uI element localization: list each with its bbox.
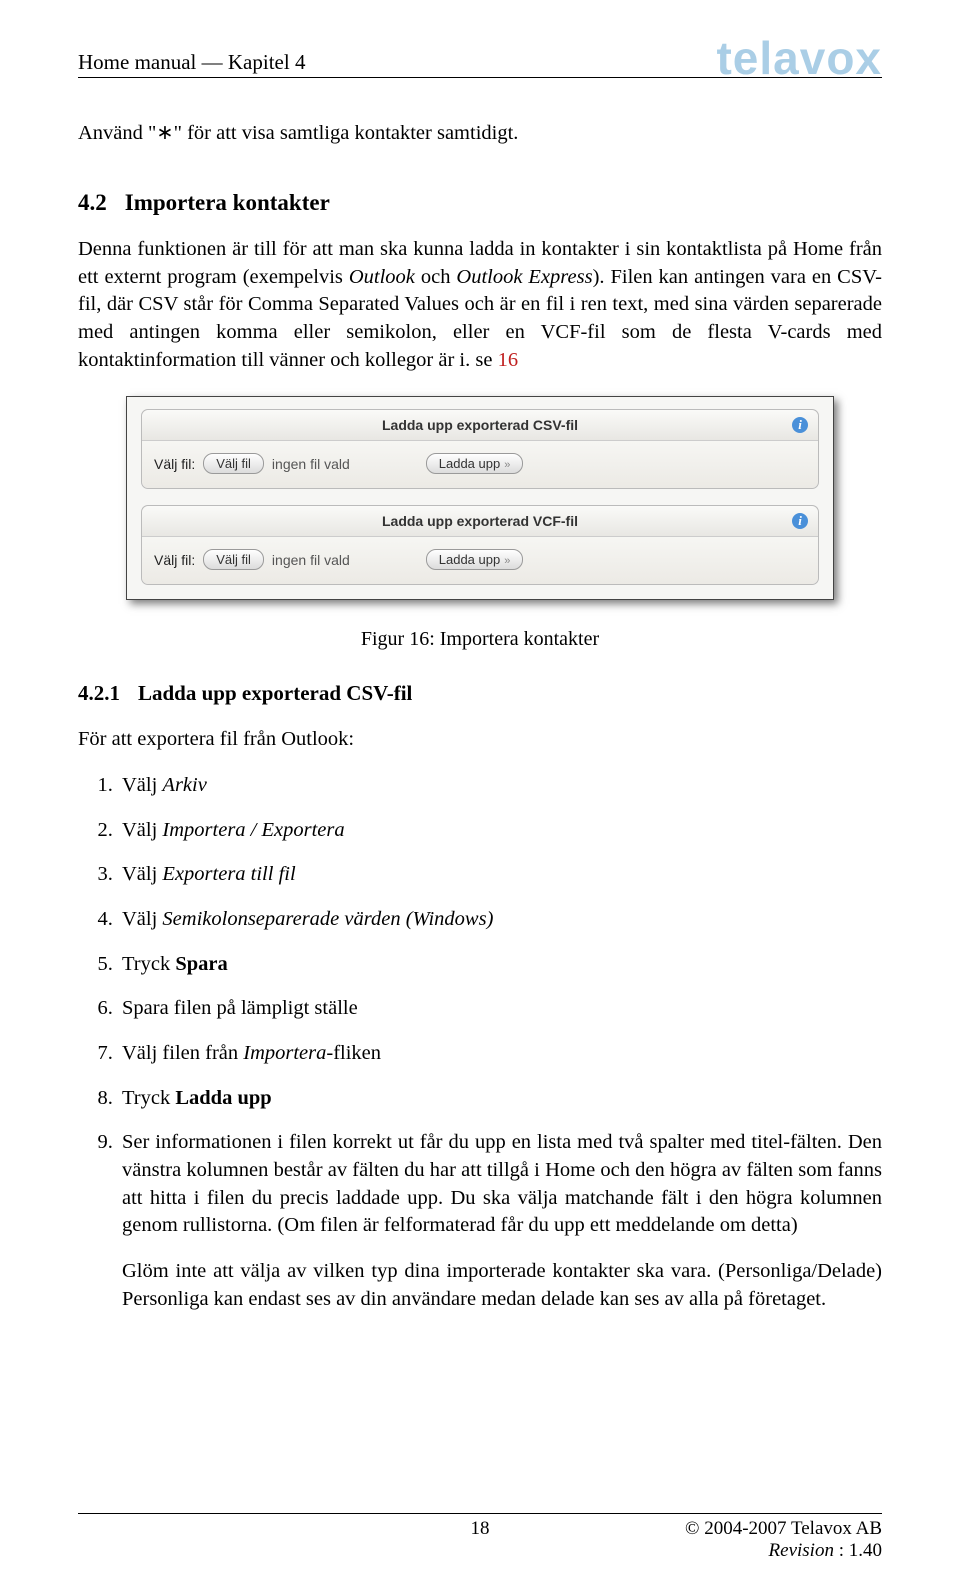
csv-upload-panel: Ladda upp exporterad CSV-fil i Välj fil:…: [141, 409, 819, 489]
revision-text: Revision : 1.40: [685, 1540, 882, 1562]
section-title: Importera kontakter: [125, 190, 330, 216]
list-item: Tryck Spara: [118, 951, 882, 979]
list-item: Välj Arkiv: [118, 772, 882, 800]
import-dialog-screenshot: Ladda upp exporterad CSV-fil i Välj fil:…: [126, 396, 834, 600]
list-item: Välj Semikolonseparerade värden (Windows…: [118, 906, 882, 934]
list-item: Välj Importera / Exportera: [118, 817, 882, 845]
figure-caption: Figur 16: Importera kontakter: [78, 628, 882, 651]
list-item: Ser informationen i filen korrekt ut får…: [118, 1129, 882, 1313]
page-footer: 18 © 2004-2007 Telavox AB Revision : 1.4…: [78, 1513, 882, 1562]
csv-panel-body: Välj fil: Välj fil ingen fil vald Ladda …: [142, 441, 818, 488]
subsection-number: 4.2.1: [78, 681, 120, 706]
list-item: Tryck Ladda upp: [118, 1085, 882, 1113]
chevron-right-icon: »: [504, 555, 510, 567]
section-4-2-paragraph: Denna funktionen är till för att man ska…: [78, 236, 882, 374]
steps-lead-text: För att exportera fil från Outlook:: [78, 726, 882, 754]
export-steps-list: Välj Arkiv Välj Importera / Exportera Vä…: [78, 772, 882, 1313]
list-item: Välj filen från Importera-fliken: [118, 1040, 882, 1068]
chevron-right-icon: »: [504, 459, 510, 471]
step-9-note: Glöm inte att välja av vilken typ dina i…: [122, 1258, 882, 1313]
choose-file-button[interactable]: Välj fil: [203, 453, 264, 474]
page-header: Home manual — Kapitel 4 telavox: [78, 38, 882, 78]
no-file-text: ingen fil vald: [272, 552, 350, 568]
intro-paragraph: Använd "∗" för att visa samtliga kontakt…: [78, 120, 882, 148]
copyright-text: © 2004-2007 Telavox AB: [685, 1518, 882, 1540]
file-label: Välj fil:: [154, 552, 195, 568]
upload-button[interactable]: Ladda upp»: [426, 453, 524, 474]
section-4-2-1-heading: 4.2.1 Ladda upp exporterad CSV-fil: [78, 681, 882, 706]
section-4-2-heading: 4.2 Importera kontakter: [78, 190, 882, 216]
telavox-logo: telavox: [716, 38, 882, 79]
section-number: 4.2: [78, 190, 107, 216]
figure-ref-16: 16: [498, 349, 519, 371]
file-label: Välj fil:: [154, 456, 195, 472]
upload-button[interactable]: Ladda upp»: [426, 549, 524, 570]
info-icon[interactable]: i: [792, 417, 808, 433]
vcf-panel-title: Ladda upp exporterad VCF-fil i: [142, 506, 818, 537]
vcf-upload-panel: Ladda upp exporterad VCF-fil i Välj fil:…: [141, 505, 819, 585]
page-number: 18: [471, 1518, 490, 1540]
vcf-panel-body: Välj fil: Välj fil ingen fil vald Ladda …: [142, 537, 818, 584]
subsection-title: Ladda upp exporterad CSV-fil: [138, 681, 412, 706]
no-file-text: ingen fil vald: [272, 456, 350, 472]
csv-panel-title: Ladda upp exporterad CSV-fil i: [142, 410, 818, 441]
list-item: Spara filen på lämpligt ställe: [118, 995, 882, 1023]
list-item: Välj Exportera till fil: [118, 861, 882, 889]
info-icon[interactable]: i: [792, 513, 808, 529]
header-title: Home manual — Kapitel 4: [78, 50, 305, 75]
choose-file-button[interactable]: Välj fil: [203, 549, 264, 570]
